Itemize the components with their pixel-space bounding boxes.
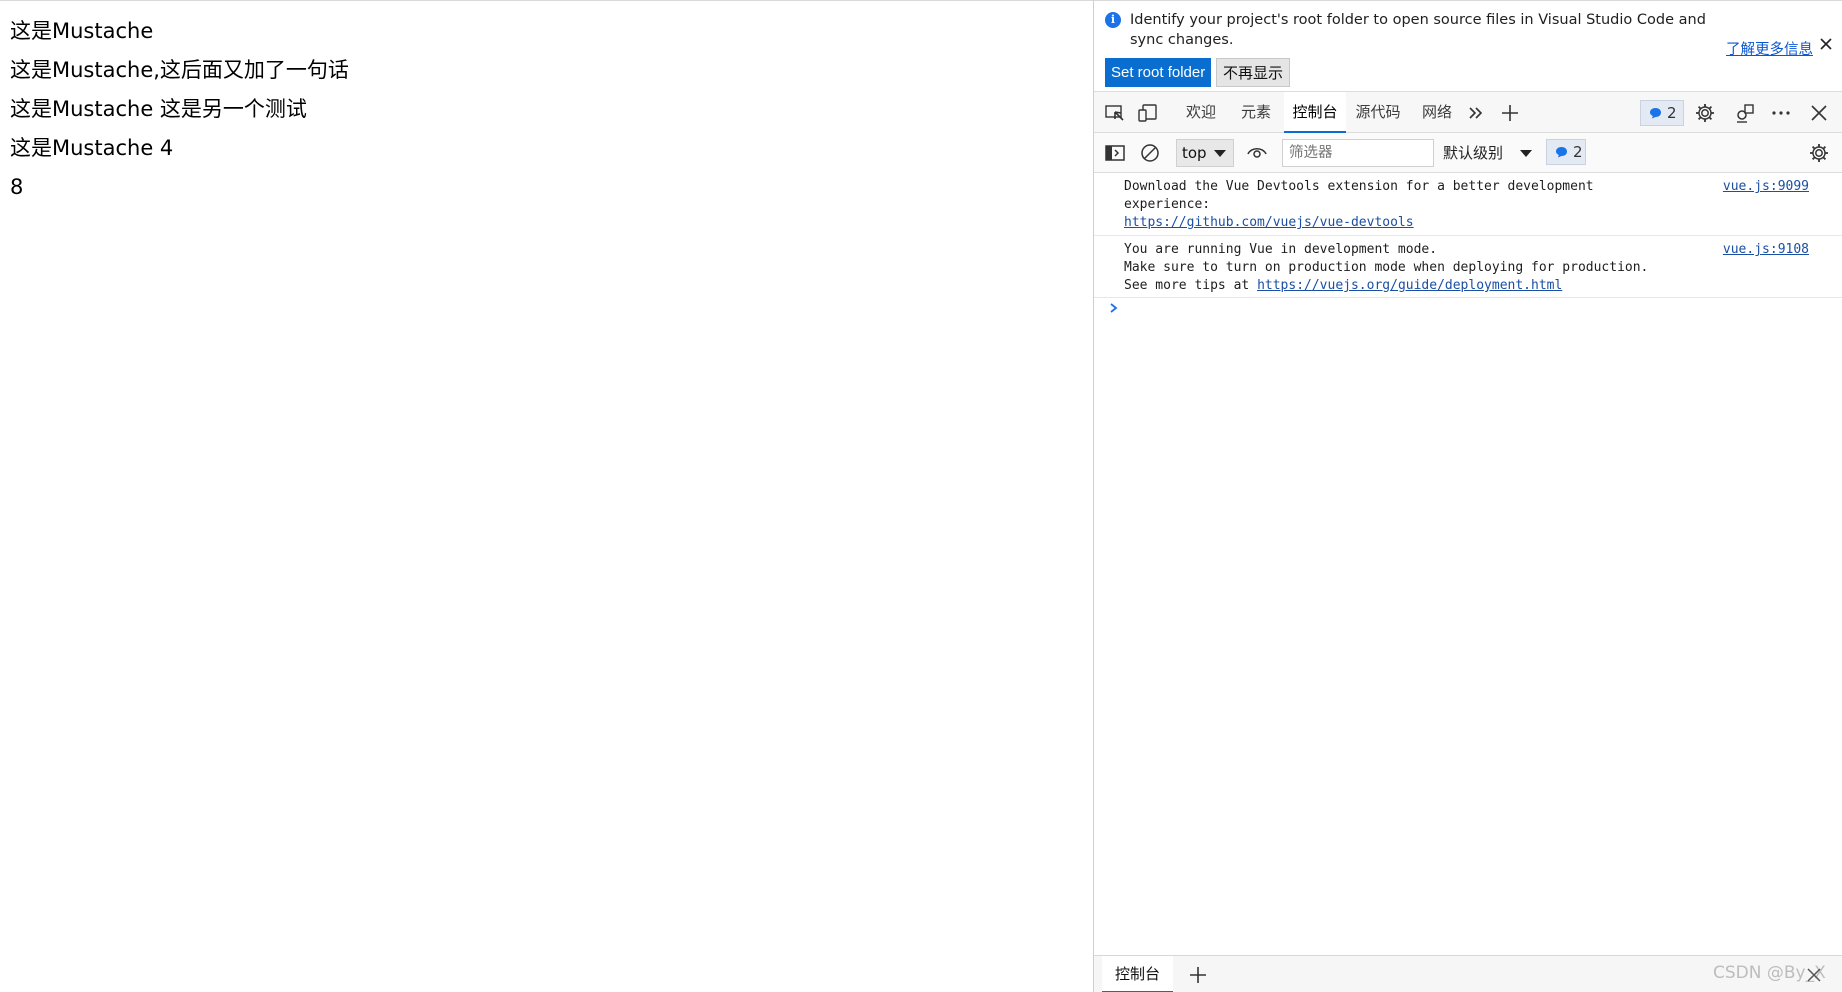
inspect-element-icon[interactable] <box>1104 102 1126 124</box>
sidebar-toggle-icon[interactable] <box>1104 142 1126 164</box>
page-line-3: 这是Mustache 这是另一个测试 <box>10 97 307 121</box>
more-options-icon[interactable] <box>1770 102 1792 124</box>
prompt-chevron-icon <box>1110 303 1118 313</box>
device-emulation-icon[interactable] <box>1137 102 1159 124</box>
caret-down-icon <box>1520 150 1532 157</box>
context-selector[interactable]: top <box>1176 139 1234 167</box>
close-infobar-icon[interactable] <box>1817 35 1835 53</box>
message-bubble-icon <box>1556 147 1567 158</box>
tab-sources[interactable]: 源代码 <box>1347 92 1409 133</box>
filter-input[interactable] <box>1282 139 1434 167</box>
message-line: Make sure to turn on production mode whe… <box>1124 260 1649 275</box>
devtools-tab-bar: 欢迎 元素 控制台 源代码 网络 2 <box>1094 91 1842 133</box>
message-text: Download the Vue Devtools extension for … <box>1124 178 1684 232</box>
log-levels-value: 默认级别 <box>1443 144 1504 162</box>
message-text: You are running Vue in development mode.… <box>1124 241 1764 295</box>
messages-badge[interactable]: 2 <box>1546 139 1586 165</box>
console-prompt[interactable] <box>1094 298 1842 324</box>
learn-more-link[interactable]: 了解更多信息 <box>1726 38 1813 59</box>
settings-gear-icon[interactable] <box>1694 102 1716 124</box>
page-line-4: 这是Mustache 4 <box>10 136 174 160</box>
devtools-panel: i Identify your project's root folder to… <box>1093 0 1842 992</box>
log-levels-dropdown[interactable]: 默认级别 <box>1443 139 1532 167</box>
info-icon: i <box>1105 12 1121 28</box>
drawer-bar: 控制台 CSDN @By_X <box>1094 955 1842 992</box>
tab-elements[interactable]: 元素 <box>1232 92 1280 133</box>
message-line: Download the Vue Devtools extension for … <box>1124 179 1594 194</box>
message-line: You are running Vue in development mode. <box>1124 242 1438 257</box>
info-message: Identify your project's root folder to o… <box>1130 12 1706 48</box>
console-toolbar: top 默认级别 2 <box>1094 133 1842 173</box>
deployment-guide-link[interactable]: https://vuejs.org/guide/deployment.html <box>1257 278 1562 293</box>
web-page: 这是Mustache 这是Mustache,这后面又加了一句话 这是Mustac… <box>0 0 1093 992</box>
caret-down-icon <box>1214 150 1226 157</box>
add-tool-icon[interactable] <box>1499 102 1521 124</box>
tab-network[interactable]: 网络 <box>1412 92 1462 133</box>
console-message: You are running Vue in development mode.… <box>1094 236 1842 298</box>
source-link[interactable]: vue.js:9108 <box>1723 241 1809 259</box>
source-link[interactable]: vue.js:9099 <box>1723 178 1809 196</box>
close-drawer-icon[interactable] <box>1806 967 1822 983</box>
close-devtools-icon[interactable] <box>1808 102 1830 124</box>
messages-count: 2 <box>1573 143 1583 161</box>
message-line: See more tips at <box>1124 278 1258 293</box>
issues-badge[interactable]: 2 <box>1640 100 1684 126</box>
set-root-folder-button[interactable]: Set root folder <box>1105 58 1212 87</box>
page-line-2: 这是Mustache,这后面又加了一句话 <box>10 58 349 82</box>
console-output: Download the Vue Devtools extension for … <box>1094 173 1842 324</box>
message-bubble-icon <box>1650 108 1661 119</box>
vue-devtools-link[interactable]: https://github.com/vuejs/vue-devtools <box>1124 215 1414 230</box>
page-line-5: 8 <box>10 175 24 199</box>
customize-devtools-icon[interactable] <box>1734 102 1756 124</box>
tab-console[interactable]: 控制台 <box>1284 92 1346 133</box>
drawer-tab-console[interactable]: 控制台 <box>1102 956 1173 992</box>
page-line-1: 这是Mustache <box>10 19 154 43</box>
dont-show-again-button[interactable]: 不再显示 <box>1216 58 1291 87</box>
tab-welcome[interactable]: 欢迎 <box>1172 92 1230 133</box>
context-value: top <box>1182 144 1207 162</box>
issues-count: 2 <box>1667 104 1677 122</box>
info-bar: i Identify your project's root folder to… <box>1094 1 1842 91</box>
message-line: experience: <box>1124 197 1211 212</box>
console-message: Download the Vue Devtools extension for … <box>1094 173 1842 236</box>
live-expression-eye-icon[interactable] <box>1246 142 1268 164</box>
more-tabs-icon[interactable] <box>1465 102 1487 124</box>
clear-console-icon[interactable] <box>1139 142 1161 164</box>
add-drawer-tool-icon[interactable] <box>1187 964 1209 986</box>
console-settings-icon[interactable] <box>1808 142 1830 164</box>
